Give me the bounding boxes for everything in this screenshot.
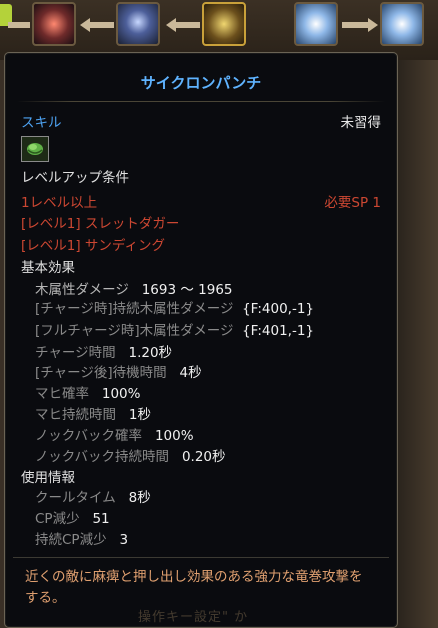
basic-effects-header: 基本効果: [21, 260, 75, 276]
stat-label: ノックバック持続時間: [35, 449, 170, 465]
skill-slot-icon[interactable]: [32, 2, 76, 46]
stat-label: 持続CP減少: [35, 532, 107, 548]
green-fist-icon: [27, 143, 43, 155]
skill-icon: [21, 136, 49, 162]
background-panel-edge: [398, 60, 438, 628]
stat-value: {F:401,-1}: [242, 323, 315, 339]
prerequisite-skill: [レベル1] スレットダガー: [21, 216, 180, 232]
divider: [17, 101, 385, 102]
stat-label: クールタイム: [35, 490, 116, 506]
selected-skill-slot-icon[interactable]: [202, 2, 246, 46]
stat-row: ノックバック持続時間 0.20秒: [35, 445, 226, 465]
stat-row: 木属性ダメージ 1693 ～ 1965: [35, 278, 233, 298]
stat-row: クールタイム 8秒: [35, 486, 151, 506]
stat-value: 1秒: [128, 407, 151, 423]
stat-label: マヒ確率: [35, 386, 89, 402]
stat-label: ノックバック確率: [35, 428, 143, 444]
stat-label: CP減少: [35, 511, 80, 527]
learn-status: 未習得: [340, 115, 382, 131]
stat-label: [チャージ後]待機時間: [35, 365, 167, 381]
stat-value: 51: [92, 511, 110, 527]
stat-label: [フルチャージ時]木属性ダメージ: [35, 323, 234, 339]
stat-row: 持続CP減少 3: [35, 528, 128, 548]
skill-description: 近くの敵に麻痺と押し出し効果のある強力な竜巻攻撃をする。: [25, 569, 363, 606]
usage-info-header: 使用情報: [21, 470, 75, 486]
skill-link-line: [8, 22, 30, 28]
arrow-right-icon: [368, 18, 378, 32]
prerequisite-skill: [レベル1] サンディング: [21, 238, 165, 254]
stat-row: [チャージ後]待機時間 4秒: [35, 361, 202, 381]
stat-row: [フルチャージ時]木属性ダメージ {F:401,-1}: [35, 319, 314, 339]
skill-link-line: [176, 22, 200, 28]
stat-label: チャージ時間: [35, 345, 116, 361]
divider: [13, 557, 389, 558]
skill-slot-icon[interactable]: [116, 2, 160, 46]
stat-value: 1.20秒: [128, 345, 173, 361]
skill-slot-icon[interactable]: [294, 2, 338, 46]
stat-value: 100%: [154, 428, 194, 444]
stat-row: マヒ確率 100%: [35, 382, 140, 402]
stat-label: [チャージ時]持続木属性ダメージ: [35, 301, 234, 317]
stat-row: [チャージ時]持続木属性ダメージ {F:400,-1}: [35, 297, 314, 317]
skill-tooltip: サイクロンパンチ スキル 未習得 レベルアップ条件 1レベル以上 必要SP 1 …: [4, 52, 398, 628]
background-hint-text: 操作キー設定" か: [138, 610, 249, 625]
stat-row: CP減少 51: [35, 507, 110, 527]
stat-row: ノックバック確率 100%: [35, 424, 194, 444]
skill-type-label: スキル: [21, 115, 62, 131]
stat-label: マヒ持続時間: [35, 407, 116, 423]
stat-value: 0.20秒: [181, 449, 226, 465]
stat-row: チャージ時間 1.20秒: [35, 341, 172, 361]
stat-value: 3: [119, 532, 129, 548]
levelup-header: レベルアップ条件: [21, 170, 129, 186]
skill-name: サイクロンパンチ: [140, 74, 262, 92]
skill-slot-icon[interactable]: [380, 2, 424, 46]
stat-value: 1693 ～ 1965: [141, 282, 233, 298]
stat-row: マヒ持続時間 1秒: [35, 403, 151, 423]
sp-requirement: 必要SP 1: [324, 195, 381, 211]
stat-value: {F:400,-1}: [242, 301, 315, 317]
skill-link-line: [342, 22, 368, 28]
stat-value: 8秒: [128, 490, 151, 506]
skill-link-line: [90, 22, 114, 28]
arrow-left-icon: [80, 18, 90, 32]
stat-value: 100%: [101, 386, 141, 402]
stat-label: 木属性ダメージ: [35, 282, 129, 298]
arrow-left-icon: [166, 18, 176, 32]
stat-value: 4秒: [179, 365, 202, 381]
level-requirement: 1レベル以上: [21, 195, 98, 211]
